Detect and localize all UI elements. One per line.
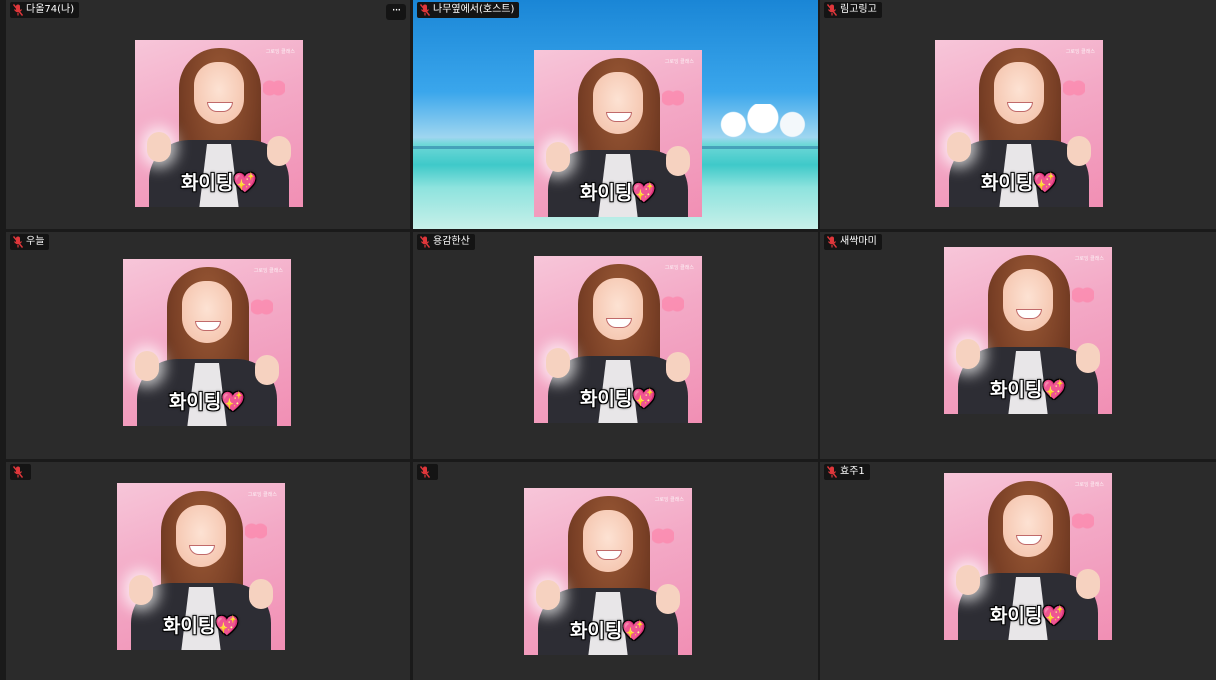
muted-mic-icon [12, 236, 24, 248]
participant-name: 우늘 [26, 236, 45, 247]
participant-name-tag: 용감한산 [417, 234, 475, 250]
video-watermark: 그로잉 클래스 [247, 492, 277, 498]
video-caption: 화이팅💖 [989, 605, 1067, 627]
participant-video: 그로잉 클래스 화이팅💖 [117, 483, 285, 650]
participant-tile[interactable]: 그로잉 클래스 화이팅💖 우늘 [6, 232, 410, 459]
participant-video: 그로잉 클래스 화이팅💖 [123, 259, 291, 426]
more-horizontal-icon[interactable]: ··· [386, 4, 406, 20]
participant-name-tag: 나무옆에서(호스트) [417, 2, 520, 18]
muted-mic-icon [826, 466, 838, 478]
muted-mic-icon [826, 4, 838, 16]
participant-tile[interactable]: 그로잉 클래스 화이팅💖 용감한산 [413, 232, 818, 459]
participant-name: 용감한산 [433, 236, 470, 247]
muted-mic-icon [12, 466, 24, 478]
video-caption: 화이팅💖 [579, 388, 657, 410]
participant-name: 나무옆에서(호스트) [433, 4, 515, 15]
face-shape [176, 505, 226, 567]
hand-shape [956, 339, 980, 369]
participant-name-tag [10, 464, 31, 480]
video-caption: 화이팅💖 [569, 620, 647, 642]
participant-tile[interactable]: 그로잉 클래스 화이팅💖 [6, 462, 410, 680]
participant-tile[interactable]: 그로잉 클래스 화이팅💖 림고링고 [820, 0, 1216, 229]
participant-tile[interactable]: 그로잉 클래스 화이팅💖 효주1 [820, 462, 1216, 680]
participant-tile[interactable]: 그로잉 클래스 화이팅💖 다올74(나) ··· [6, 0, 410, 229]
video-watermark: 그로잉 클래스 [664, 59, 694, 65]
cloud-shape [698, 104, 816, 138]
participant-name: 림고링고 [840, 4, 877, 15]
face-shape [593, 278, 643, 340]
hand-shape [546, 348, 570, 378]
video-caption: 화이팅💖 [168, 391, 246, 413]
participant-name: 새싹마미 [840, 236, 877, 247]
hand-shape [1076, 343, 1100, 373]
hand-shape [1076, 569, 1100, 599]
participant-video: 그로잉 클래스 화이팅💖 [524, 488, 692, 655]
participant-name-tag: 효주1 [824, 464, 870, 480]
video-watermark: 그로잉 클래스 [265, 49, 295, 55]
video-watermark: 그로잉 클래스 [1065, 49, 1095, 55]
hand-shape [267, 136, 291, 166]
muted-mic-icon [419, 466, 431, 478]
hand-shape [147, 132, 171, 162]
hand-shape [947, 132, 971, 162]
participant-name-tag: 다올74(나) [10, 2, 80, 18]
face-shape [194, 62, 244, 124]
video-watermark: 그로잉 클래스 [654, 497, 684, 503]
muted-mic-icon [419, 236, 431, 248]
hand-shape [546, 142, 570, 172]
participant-video: 그로잉 클래스 화이팅💖 [935, 40, 1103, 207]
participant-video: 그로잉 클래스 화이팅💖 [135, 40, 303, 207]
video-grid: 그로잉 클래스 화이팅💖 다올74(나) ··· 그로잉 클래스 화이팅💖 나무옆에서… [0, 0, 1216, 680]
muted-mic-icon [826, 236, 838, 248]
muted-mic-icon [12, 4, 24, 16]
participant-name-tag: 우늘 [10, 234, 50, 250]
participant-video: 그로잉 클래스 화이팅💖 [944, 473, 1112, 640]
video-caption: 화이팅💖 [162, 615, 240, 637]
video-caption: 화이팅💖 [180, 172, 258, 194]
participant-name-tag: 새싹마미 [824, 234, 882, 250]
participant-video: 그로잉 클래스 화이팅💖 [534, 50, 702, 217]
hand-shape [956, 565, 980, 595]
hand-shape [249, 579, 273, 609]
video-watermark: 그로잉 클래스 [253, 268, 283, 274]
video-caption: 화이팅💖 [989, 379, 1067, 401]
participant-tile[interactable]: 그로잉 클래스 화이팅💖 새싹마미 [820, 232, 1216, 459]
hand-shape [1067, 136, 1091, 166]
video-watermark: 그로잉 클래스 [664, 265, 694, 271]
face-shape [182, 281, 232, 343]
muted-mic-icon [419, 4, 431, 16]
participant-video: 그로잉 클래스 화이팅💖 [534, 256, 702, 423]
face-shape [583, 510, 633, 572]
participant-tile[interactable]: 그로잉 클래스 화이팅💖 나무옆에서(호스트) [413, 0, 818, 229]
participant-name-tag: 림고링고 [824, 2, 882, 18]
video-watermark: 그로잉 클래스 [1074, 256, 1104, 262]
participant-tile[interactable]: 그로잉 클래스 화이팅💖 [413, 462, 818, 680]
video-caption: 화이팅💖 [980, 172, 1058, 194]
hand-shape [536, 580, 560, 610]
hand-shape [656, 584, 680, 614]
hand-shape [135, 351, 159, 381]
hand-shape [129, 575, 153, 605]
hand-shape [666, 146, 690, 176]
participant-name: 효주1 [840, 466, 865, 477]
face-shape [593, 72, 643, 134]
face-shape [994, 62, 1044, 124]
video-caption: 화이팅💖 [579, 182, 657, 204]
hand-shape [666, 352, 690, 382]
face-shape [1003, 269, 1053, 331]
participant-name: 다올74(나) [26, 4, 75, 15]
hand-shape [255, 355, 279, 385]
video-watermark: 그로잉 클래스 [1074, 482, 1104, 488]
participant-video: 그로잉 클래스 화이팅💖 [944, 247, 1112, 414]
participant-name-tag [417, 464, 438, 480]
face-shape [1003, 495, 1053, 557]
